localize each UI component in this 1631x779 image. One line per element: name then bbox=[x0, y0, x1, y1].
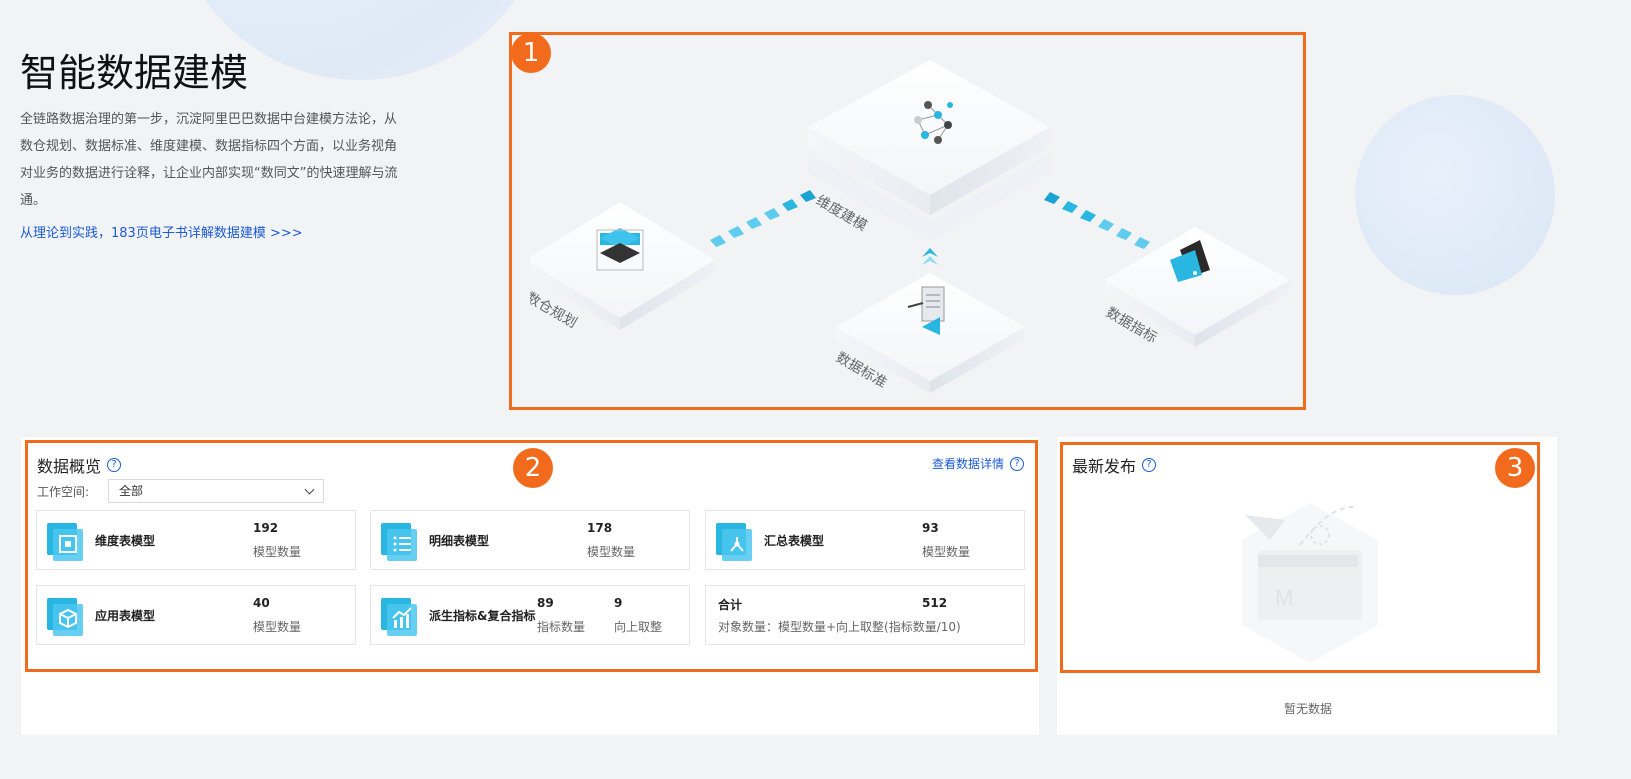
empty-text: 暂无数据 bbox=[1284, 702, 1333, 716]
hero-description: 全链路数据治理的第一步，沉淀阿里巴巴数据中台建模方法论，从数仓规划、数据标准、维… bbox=[20, 112, 398, 208]
ebook-link[interactable]: 从理论到实践，183页电子书详解数据建模 >>> bbox=[20, 222, 303, 241]
highlight-box-3 bbox=[1060, 442, 1540, 673]
page-title: 智能数据建模 bbox=[20, 51, 249, 95]
badge-1: 1 bbox=[511, 33, 551, 73]
badge-2: 2 bbox=[513, 448, 553, 488]
badge-3: 3 bbox=[1495, 448, 1535, 488]
highlight-box-1 bbox=[509, 32, 1306, 410]
